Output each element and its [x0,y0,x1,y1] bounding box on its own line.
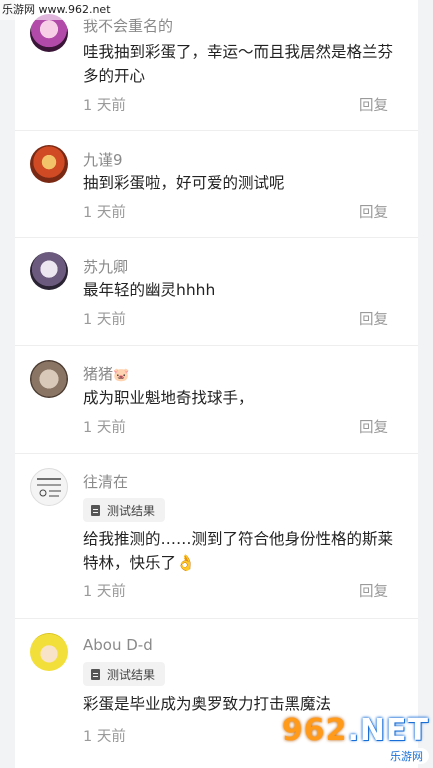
reply-button[interactable]: 回复 [359,416,388,437]
logo-main: 962.NET [282,716,429,746]
avatar[interactable] [30,252,68,290]
sketch-avatar-icon [37,478,61,497]
comment-text: 成为职业魁地奇找球手， [83,389,254,407]
comment-item: 往清在 测试结果 给我推测的……测到了符合他身份性格的斯莱特林，快乐了👌 1 天… [15,454,418,619]
comment-text: 哇我抽到彩蛋了，幸运～而且我居然是格兰芬多的开心 [83,43,394,85]
comment-time: 1 天前 [83,312,126,328]
pig-emoji-icon: 🐷 [113,368,130,383]
comment-author[interactable]: 往清在 [83,471,128,492]
comment-author[interactable]: 猪猪🐷 [83,363,129,384]
test-result-label: 测试结果 [107,503,156,518]
document-icon [91,668,100,680]
reply-button[interactable]: 回复 [359,308,388,329]
comment-text: 最年轻的幽灵hhhh [83,281,216,299]
document-icon [91,504,100,516]
test-result-label: 测试结果 [107,667,156,682]
comment-time: 1 天前 [83,98,126,114]
comment-author[interactable]: 九谨9 [83,149,123,170]
comment-text: 给我推测的……测到了符合他身份性格的斯莱特林，快乐了👌 [83,530,394,572]
logo-subtitle: 乐游网 [384,748,429,764]
comment-author[interactable]: Abou D-d [83,636,153,654]
reply-button[interactable]: 回复 [359,94,388,115]
avatar[interactable] [30,145,68,183]
comment-time: 1 天前 [83,729,126,745]
logo-suffix: .NET [347,713,429,748]
reply-button[interactable]: 回复 [359,201,388,222]
comment-item: 九谨9 抽到彩蛋啦，好可爱的测试呢 1 天前 回复 [15,131,418,238]
avatar[interactable] [30,468,68,506]
site-watermark: 乐游网 www.962.net [0,0,111,20]
logo-number: 962 [281,713,348,748]
comment-time: 1 天前 [83,420,126,436]
comment-time: 1 天前 [83,205,126,221]
test-result-tag[interactable]: 测试结果 [83,662,166,686]
reply-button[interactable]: 回复 [359,580,388,601]
comment-author[interactable]: 苏九卿 [83,256,128,277]
avatar[interactable] [30,633,68,671]
comment-text: 抽到彩蛋啦，好可爱的测试呢 [83,174,285,192]
comment-item: 苏九卿 最年轻的幽灵hhhh 1 天前 回复 [15,238,418,346]
comment-list: 我不会重名的 哇我抽到彩蛋了，幸运～而且我居然是格兰芬多的开心 1 天前 回复 … [15,0,418,768]
site-logo: 962.NET 乐游网 [282,716,429,764]
avatar[interactable] [30,360,68,398]
test-result-tag[interactable]: 测试结果 [83,498,166,522]
comment-time: 1 天前 [83,584,126,600]
comment-item: 猪猪🐷 成为职业魁地奇找球手， 1 天前 回复 [15,346,418,454]
author-name: 猪猪 [83,365,114,383]
